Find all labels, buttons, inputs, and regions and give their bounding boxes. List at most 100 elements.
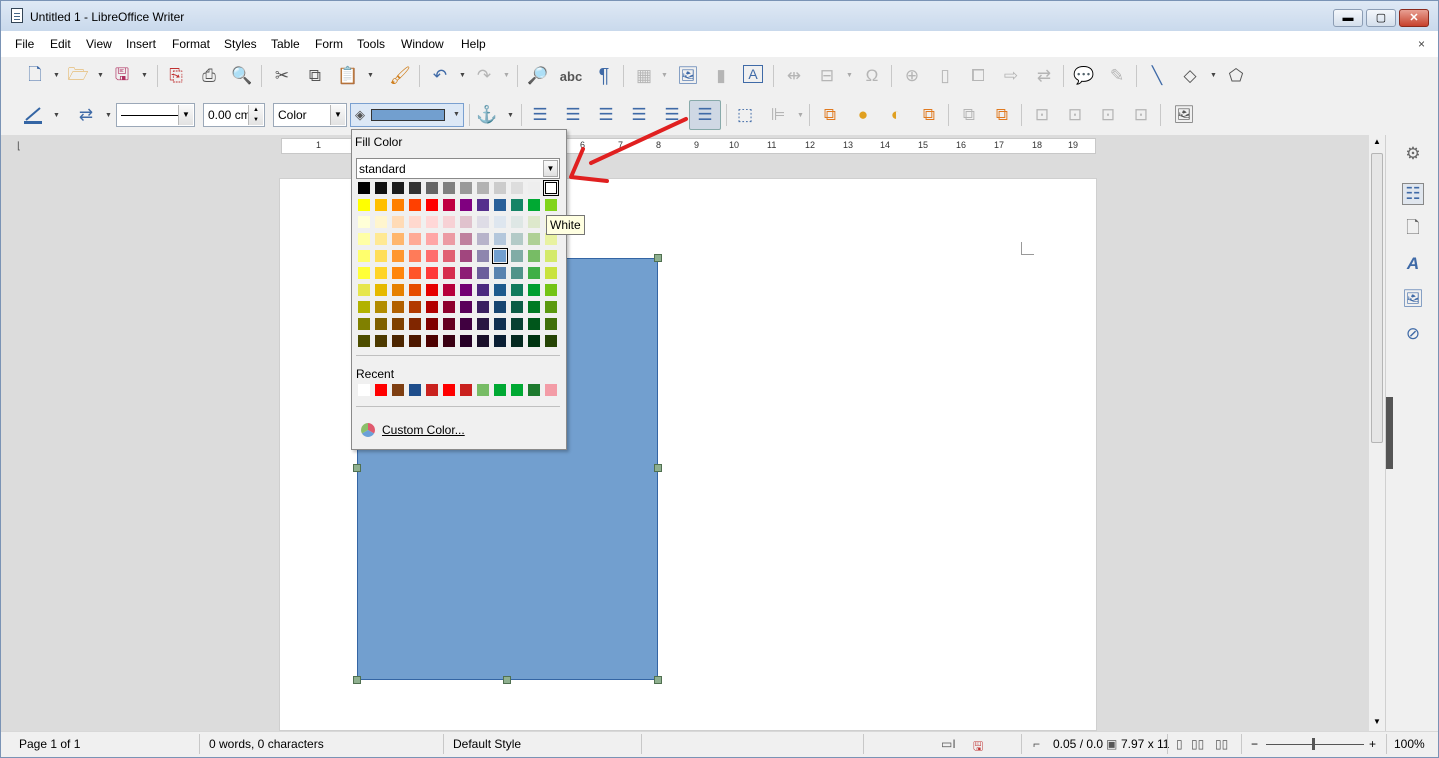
area-style-select[interactable]: Color ▼ <box>273 103 347 127</box>
arrow-style-icon[interactable]: ⇄ <box>75 104 97 126</box>
color-swatch[interactable] <box>426 233 438 245</box>
color-swatch[interactable] <box>443 250 455 262</box>
color-swatch[interactable] <box>426 335 438 347</box>
insert-table-icon[interactable]: ▦ <box>633 65 655 87</box>
spelling-icon[interactable]: abc <box>560 65 582 87</box>
close-window-button[interactable]: ✕ <box>1399 9 1429 27</box>
color-swatch[interactable] <box>511 233 523 245</box>
menu-file[interactable]: File <box>15 37 34 51</box>
color-swatch[interactable] <box>375 267 387 279</box>
selection-mode-icon[interactable]: ▭I <box>941 737 956 751</box>
undo-icon[interactable]: ↶ <box>429 65 451 87</box>
zoom-slider-thumb[interactable] <box>1312 738 1315 750</box>
tab-stop-icon[interactable]: ⌊ <box>17 141 21 152</box>
color-swatch[interactable] <box>443 335 455 347</box>
resize-handle[interactable] <box>654 254 662 262</box>
page-count[interactable]: Page 1 of 1 <box>19 737 80 751</box>
color-swatch[interactable] <box>511 182 523 194</box>
color-swatch[interactable] <box>528 335 540 347</box>
line-width-field[interactable]: 0.00 cm ▲ ▼ <box>203 103 265 127</box>
print-preview-icon[interactable]: 🔍 <box>231 65 253 87</box>
color-swatch[interactable] <box>443 301 455 313</box>
recent-color-swatch[interactable] <box>511 384 523 396</box>
color-swatch[interactable] <box>443 233 455 245</box>
zoom-in-button[interactable]: + <box>1369 737 1376 751</box>
chevron-down-icon[interactable]: ▼ <box>797 112 804 119</box>
zoom-slider[interactable] <box>1266 744 1364 745</box>
color-swatch[interactable] <box>460 318 472 330</box>
color-swatch[interactable] <box>545 318 557 330</box>
color-swatch[interactable] <box>409 199 421 211</box>
color-swatch[interactable] <box>392 216 404 228</box>
wrap-off-icon[interactable]: ☰ <box>529 104 551 126</box>
palette-select[interactable]: standard ▼ <box>356 158 560 179</box>
line-style-select[interactable]: ▼ <box>116 103 195 127</box>
minimize-button[interactable]: ▬ <box>1333 9 1363 27</box>
chevron-down-icon[interactable]: ▼ <box>178 105 193 125</box>
draw-functions-icon[interactable]: ⬠ <box>1225 65 1247 87</box>
color-swatch[interactable] <box>477 335 489 347</box>
color-swatch[interactable] <box>392 335 404 347</box>
exit-group-icon[interactable]: ⊡ <box>1097 104 1119 126</box>
color-swatch[interactable] <box>392 284 404 296</box>
insert-page-break-icon[interactable]: ⇹ <box>783 65 805 87</box>
redo-icon[interactable]: ↷ <box>473 65 495 87</box>
new-document-icon[interactable]: 🗋 <box>24 65 46 87</box>
color-swatch[interactable] <box>392 182 404 194</box>
color-swatch[interactable] <box>375 216 387 228</box>
color-swatch[interactable] <box>392 199 404 211</box>
color-swatch[interactable] <box>511 335 523 347</box>
color-swatch[interactable] <box>494 335 506 347</box>
print-icon[interactable]: ⎙ <box>198 65 220 87</box>
book-view-icon[interactable]: ▯▯ <box>1215 737 1228 751</box>
insert-field-icon[interactable]: ⊟ <box>816 65 838 87</box>
spin-buttons[interactable]: ▲ ▼ <box>248 105 263 125</box>
scroll-up-icon[interactable]: ▲ <box>1373 137 1381 146</box>
color-swatch[interactable] <box>460 182 472 194</box>
footnote-icon[interactable]: ▯ <box>934 65 956 87</box>
hyperlink-icon[interactable]: ⊕ <box>901 65 923 87</box>
color-swatch[interactable] <box>409 216 421 228</box>
color-swatch[interactable] <box>492 248 508 264</box>
color-swatch[interactable] <box>528 250 540 262</box>
color-swatch[interactable] <box>545 284 557 296</box>
color-swatch[interactable] <box>511 318 523 330</box>
color-swatch[interactable] <box>528 233 540 245</box>
chevron-down-icon[interactable]: ▼ <box>507 112 514 119</box>
recent-color-swatch[interactable] <box>494 384 506 396</box>
color-swatch[interactable] <box>443 182 455 194</box>
color-swatch[interactable] <box>511 250 523 262</box>
paste-icon[interactable]: 📋 <box>337 65 359 87</box>
copy-icon[interactable]: ⧉ <box>304 65 326 87</box>
insert-caption-icon[interactable]: 🖼 <box>1173 104 1195 126</box>
close-document-button[interactable]: × <box>1418 37 1425 51</box>
cross-reference-icon[interactable]: ⇄ <box>1033 65 1055 87</box>
color-swatch[interactable] <box>477 182 489 194</box>
color-swatch[interactable] <box>460 199 472 211</box>
color-swatch[interactable] <box>375 233 387 245</box>
page-style[interactable]: Default Style <box>453 737 521 751</box>
chevron-down-icon[interactable]: ▼ <box>503 72 510 79</box>
chevron-down-icon[interactable]: ▼ <box>661 72 668 79</box>
color-swatch[interactable] <box>545 301 557 313</box>
track-changes-icon[interactable]: ✎ <box>1106 65 1128 87</box>
color-swatch[interactable] <box>426 284 438 296</box>
color-swatch[interactable] <box>358 233 370 245</box>
resize-handle[interactable] <box>654 676 662 684</box>
bring-to-front-icon[interactable]: ⧉ <box>819 104 841 126</box>
recent-color-swatch[interactable] <box>409 384 421 396</box>
ungroup-icon[interactable]: ⊡ <box>1130 104 1152 126</box>
color-swatch[interactable] <box>392 318 404 330</box>
single-page-view-icon[interactable]: ▯ <box>1176 737 1183 751</box>
color-swatch[interactable] <box>375 301 387 313</box>
recent-color-swatch[interactable] <box>375 384 387 396</box>
color-swatch[interactable] <box>494 267 506 279</box>
scroll-down-icon[interactable]: ▼ <box>1373 717 1381 726</box>
color-swatch[interactable] <box>409 284 421 296</box>
color-swatch[interactable] <box>477 216 489 228</box>
forward-one-icon[interactable]: ● <box>852 104 874 126</box>
menu-table[interactable]: Table <box>271 37 300 51</box>
color-swatch[interactable] <box>460 284 472 296</box>
recent-color-swatch[interactable] <box>426 384 438 396</box>
color-swatch[interactable] <box>358 250 370 262</box>
